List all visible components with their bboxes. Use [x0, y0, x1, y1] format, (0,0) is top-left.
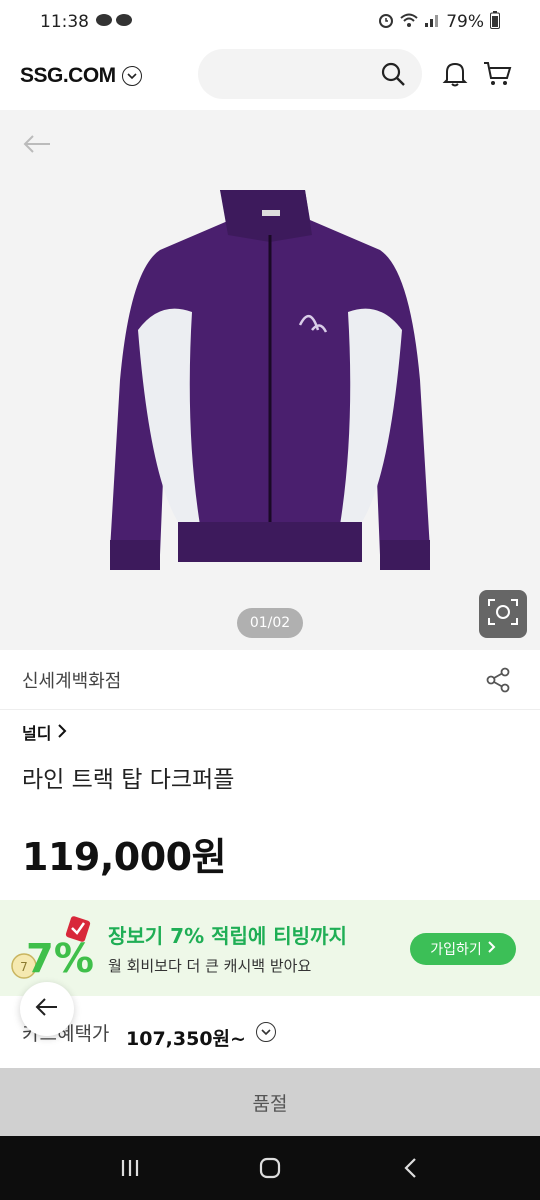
- store-row: 신세계백화점: [0, 650, 540, 710]
- promo-subtitle: 월 회비보다 더 큰 캐시백 받아요: [108, 957, 312, 975]
- signal-icon: [424, 12, 440, 33]
- system-nav-bar: [0, 1136, 540, 1200]
- gallery-page-indicator: 01/02: [237, 608, 303, 638]
- search-input[interactable]: [198, 49, 422, 99]
- brand-name: 널디: [22, 724, 52, 743]
- promo-badge-text: 7%: [26, 936, 94, 982]
- home-icon: [259, 1157, 281, 1179]
- search-icon[interactable]: [380, 61, 406, 91]
- promo-banner[interactable]: 7 7% 장보기 7% 적립에 티빙까지 월 회비보다 더 큰 캐시백 받아요 …: [0, 900, 540, 996]
- arrow-left-icon[interactable]: [22, 134, 52, 158]
- brand-link[interactable]: 널디: [22, 720, 67, 744]
- recent-apps-icon: [121, 1160, 139, 1176]
- product-title: 라인 트랙 탑 다크퍼플: [22, 767, 235, 793]
- join-button-label: 가입하기: [430, 942, 482, 958]
- cart-icon[interactable]: [482, 60, 512, 92]
- status-time: 11:38: [40, 12, 89, 32]
- battery-icon: [490, 10, 500, 34]
- chevron-down-icon[interactable]: [121, 66, 142, 86]
- arrow-left-icon: [35, 997, 59, 1021]
- chevron-down-icon[interactable]: [256, 1022, 276, 1042]
- back-chevron-icon: [404, 1158, 416, 1178]
- join-button[interactable]: 가입하기: [410, 933, 516, 965]
- back-button[interactable]: [20, 982, 74, 1036]
- status-bar: 11:38 79%: [0, 0, 540, 44]
- alarm-icon: [378, 12, 394, 33]
- soldout-button[interactable]: 품절: [0, 1068, 540, 1136]
- card-benefit-price: 107,350원~: [126, 1028, 246, 1050]
- product-image: [110, 190, 430, 570]
- site-logo[interactable]: SSG.COM: [20, 64, 116, 88]
- header: SSG.COM: [0, 44, 540, 108]
- wifi-icon: [400, 12, 418, 33]
- promo-badge-icon: 7 7%: [11, 916, 94, 982]
- product-price: 119,000원: [22, 835, 227, 879]
- chat-notification-icon: [95, 12, 135, 32]
- camera-lens-icon: [487, 598, 519, 630]
- battery-level: 79%: [446, 12, 484, 32]
- chevron-right-icon: [488, 941, 496, 957]
- card-benefit-row[interactable]: 카드혜택가 107,350원~: [0, 1010, 540, 1070]
- share-icon[interactable]: [486, 667, 510, 697]
- home-button[interactable]: [240, 1148, 300, 1188]
- product-image-gallery[interactable]: 01/02: [0, 110, 540, 650]
- store-name[interactable]: 신세계백화점: [22, 667, 121, 693]
- chevron-right-icon: [57, 723, 67, 742]
- bell-icon[interactable]: [442, 60, 468, 92]
- promo-title: 장보기 7% 적립에 티빙까지: [108, 924, 347, 948]
- recent-apps-button[interactable]: [100, 1148, 160, 1188]
- system-back-button[interactable]: [380, 1148, 440, 1188]
- image-search-button[interactable]: [479, 590, 527, 638]
